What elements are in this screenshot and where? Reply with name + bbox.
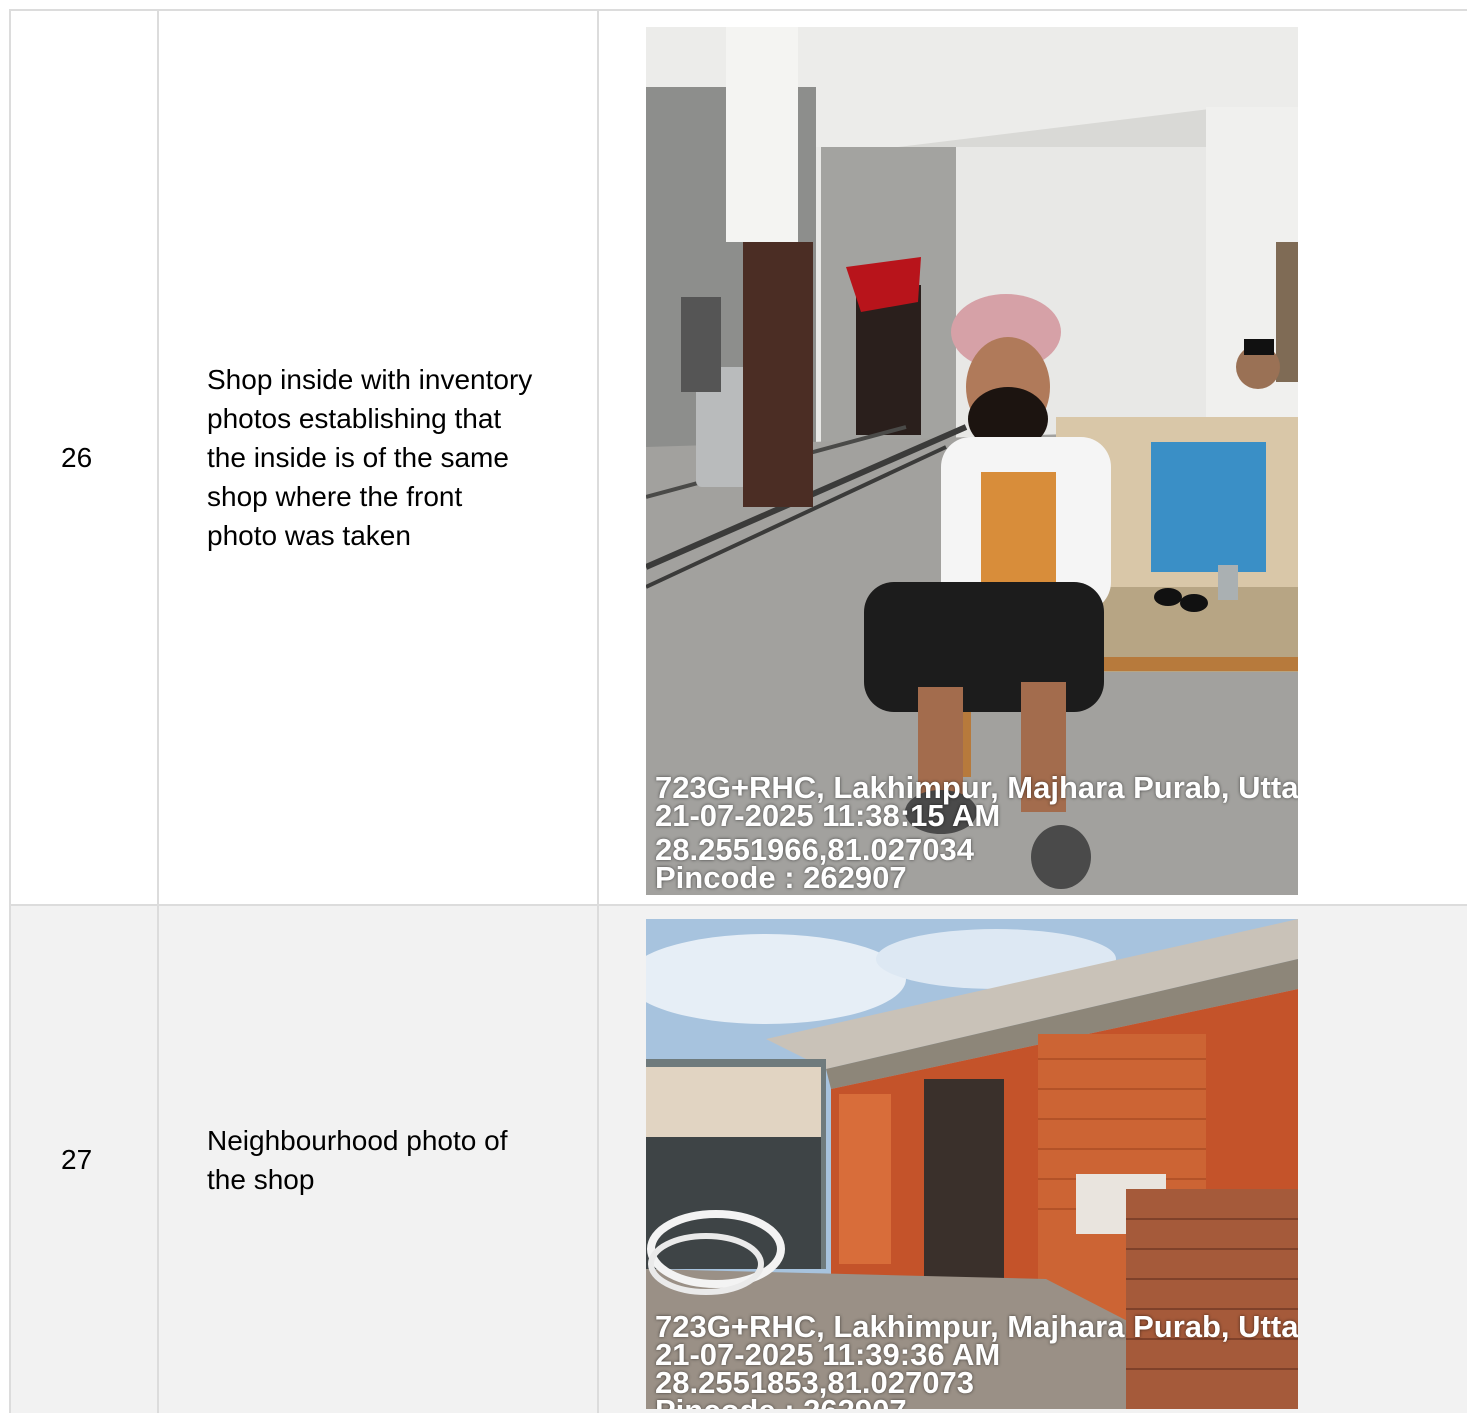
photo-cell: 723G+RHC, Lakhimpur, Majhara Purab, Utta… bbox=[597, 9, 1467, 906]
inspection-table: 26 Shop inside with inventory photos est… bbox=[9, 9, 1467, 1413]
photo-timestamp: 723G+RHC, Lakhimpur, Majhara Purab, Utta… bbox=[655, 772, 1298, 895]
description-line: Neighbourhood photo of bbox=[207, 1125, 508, 1156]
shop-interior-photo: 723G+RHC, Lakhimpur, Majhara Purab, Utta… bbox=[646, 27, 1298, 895]
shop-interior-illustration bbox=[646, 27, 1298, 895]
description-line: shop where the front bbox=[207, 481, 463, 512]
shop-exterior-photo: 723G+RHC, Lakhimpur, Majhara Purab, Utta… bbox=[646, 919, 1298, 1409]
description-line: photo was taken bbox=[207, 520, 411, 551]
row-description: Shop inside with inventory photos establ… bbox=[157, 9, 599, 906]
stamp-datetime: 21-07-2025 11:38:15 AM bbox=[655, 798, 1001, 833]
table-row: 27 Neighbourhood photo of the shop 723G+… bbox=[9, 904, 1467, 1413]
description-line: the inside is of the same bbox=[207, 442, 509, 473]
description-line: Shop inside with inventory bbox=[207, 364, 533, 395]
description-line: the shop bbox=[207, 1164, 315, 1195]
row-number: 27 bbox=[9, 904, 159, 1413]
report-page: 26 Shop inside with inventory photos est… bbox=[0, 0, 1467, 1413]
stamp-pincode: Pincode : 262907 bbox=[655, 1395, 1298, 1409]
photo-cell: 723G+RHC, Lakhimpur, Majhara Purab, Utta… bbox=[597, 904, 1467, 1413]
description-line: photos establishing that bbox=[207, 403, 502, 434]
table-row: 26 Shop inside with inventory photos est… bbox=[9, 9, 1467, 906]
row-number: 26 bbox=[9, 9, 159, 906]
photo-timestamp: 723G+RHC, Lakhimpur, Majhara Purab, Utta… bbox=[655, 1311, 1298, 1409]
stamp-pincode: Pincode : 262907 bbox=[655, 860, 907, 895]
row-description: Neighbourhood photo of the shop bbox=[157, 904, 599, 1413]
